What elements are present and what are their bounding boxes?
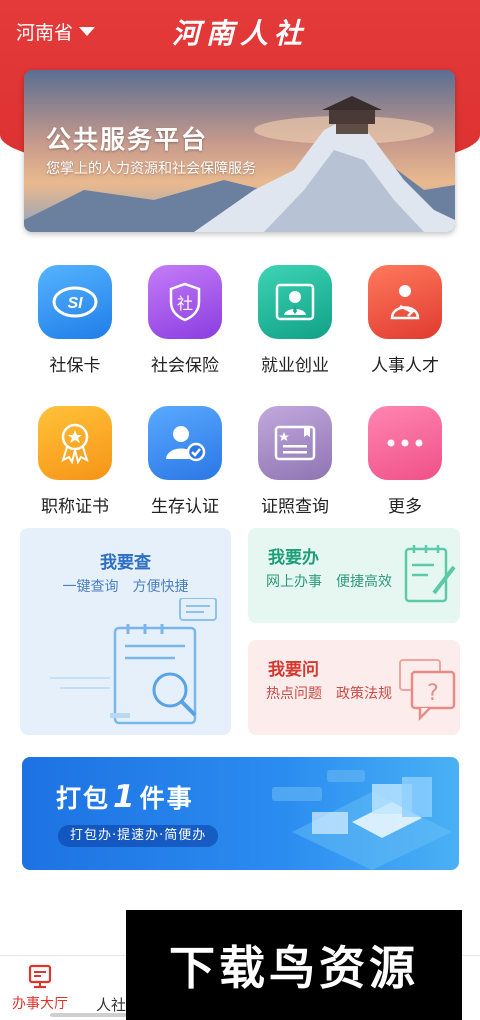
pack-title: 打包1 件事 (56, 779, 194, 815)
card-query-subtitle: 一键查询 方便快捷 (62, 579, 189, 595)
service-label: 社保卡 (49, 356, 101, 376)
question-bubble-illustration: ? (399, 659, 456, 722)
svg-text:?: ? (427, 681, 439, 706)
card-ask-title: 我要问 (268, 660, 319, 680)
svg-text:社: 社 (177, 294, 193, 313)
service-social-insurance[interactable]: 社 社会保险 (130, 265, 240, 376)
banner-subtitle: 您掌上的人力资源和社会保障服务 (46, 161, 256, 177)
pack-subtitle: 打包办·提速办·简便办 (58, 825, 219, 847)
pack-banner[interactable]: 打包1 件事 打包办·提速办·简便办 (22, 757, 459, 870)
card-do-subtitle: 网上办事 便捷高效 (266, 574, 392, 590)
watermark-overlay: 下载鸟资源 (126, 910, 462, 1020)
card-do-title: 我要办 (268, 548, 319, 568)
certificate-icon (258, 406, 332, 480)
pack-title-post: 件事 (139, 784, 194, 813)
service-label: 职称证书 (41, 497, 109, 517)
tab-hrss[interactable]: 人社 (96, 994, 126, 1015)
service-label: 更多 (388, 497, 422, 517)
user-verified-icon (148, 406, 222, 480)
document-edit-illustration (404, 545, 456, 603)
service-hall-icon (28, 964, 52, 989)
service-license-query[interactable]: 证照查询 (240, 406, 350, 517)
svg-text:SI: SI (67, 295, 83, 312)
social-security-card-icon: SI (38, 265, 112, 339)
banner-title: 公共服务平台 (46, 125, 209, 154)
tab-label: 人社 (96, 996, 127, 1014)
tab-service-hall[interactable]: 办事大厅 (10, 964, 70, 1013)
person-sling-icon (368, 265, 442, 339)
service-label: 生存认证 (151, 497, 219, 517)
star-medal-icon (38, 406, 112, 480)
pack-title-pre: 打包 (56, 784, 111, 813)
service-survival-auth[interactable]: 生存认证 (130, 406, 240, 517)
service-label: 人事人才 (371, 356, 439, 376)
shield-she-icon: 社 (148, 265, 222, 339)
service-label: 社会保险 (151, 356, 219, 376)
service-label: 就业创业 (261, 356, 329, 376)
service-personnel-talent[interactable]: 人事人才 (350, 265, 460, 376)
card-query-title: 我要查 (100, 553, 151, 573)
service-title-certificate[interactable]: 职称证书 (20, 406, 130, 517)
service-more[interactable]: 更多 (350, 406, 460, 517)
service-social-security-card[interactable]: SI 社保卡 (20, 265, 130, 376)
document-search-illustration (50, 598, 217, 725)
card-ask[interactable]: 我要问 热点问题 政策法规 ? (248, 640, 460, 735)
isometric-office-illustration (272, 770, 452, 870)
card-query[interactable]: 我要查 一键查询 方便快捷 (20, 528, 231, 735)
pack-title-number: 1 (113, 779, 137, 815)
service-employment[interactable]: 就业创业 (240, 265, 350, 376)
card-do[interactable]: 我要办 网上办事 便捷高效 (248, 528, 460, 623)
app-title: 河南人社 (171, 17, 308, 50)
service-label: 证照查询 (261, 497, 329, 517)
businessman-icon (258, 265, 332, 339)
tab-label: 办事大厅 (12, 996, 68, 1012)
banner[interactable]: 公共服务平台 您掌上的人力资源和社会保障服务 (24, 70, 455, 232)
service-grid: SI 社保卡 社 社会保险 就业创业 人事人才 职称证书 生存认证 证照查询 更… (20, 265, 460, 517)
more-dots-icon (368, 406, 442, 480)
card-ask-subtitle: 热点问题 政策法规 (266, 686, 392, 702)
